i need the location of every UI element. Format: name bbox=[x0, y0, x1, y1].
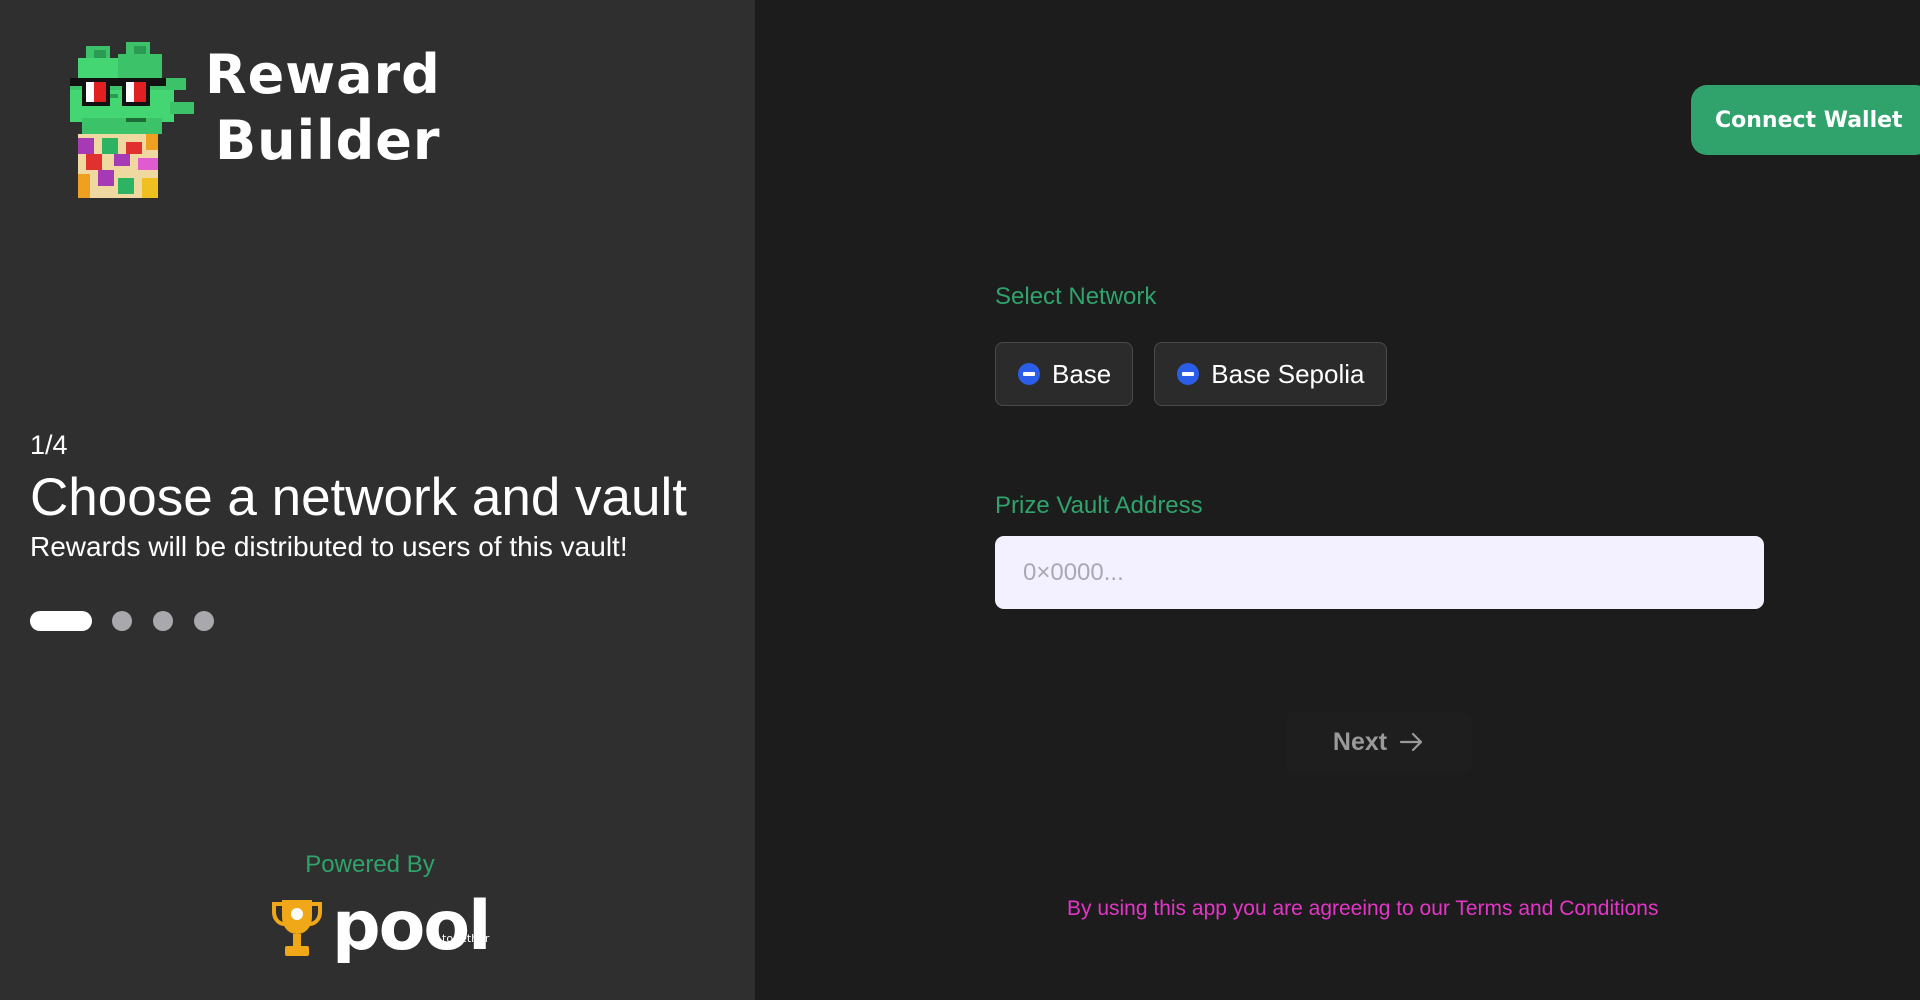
arrow-right-icon bbox=[1399, 732, 1423, 752]
terms-notice: By using this app you are agreeing to ou… bbox=[0, 897, 1920, 921]
network-option-label: Base bbox=[1052, 358, 1112, 389]
network-option-label: Base Sepolia bbox=[1211, 358, 1365, 389]
next-button[interactable]: Next bbox=[1286, 712, 1472, 772]
clover-mascot-icon bbox=[70, 42, 194, 198]
next-button-label: Next bbox=[1332, 727, 1388, 756]
logo-title-line1: Reward bbox=[205, 43, 441, 106]
network-option-base[interactable]: Base bbox=[995, 342, 1134, 406]
terms-and-conditions-link[interactable]: Terms and Conditions bbox=[1455, 897, 1658, 920]
powered-by-label: Powered By bbox=[305, 851, 435, 878]
step-dot bbox=[112, 611, 132, 631]
step-dot bbox=[194, 611, 214, 631]
base-network-icon bbox=[1018, 363, 1040, 385]
connect-wallet-button[interactable]: Connect Wallet bbox=[1691, 85, 1920, 155]
left-panel: Reward Builder 1/4 Choose a network and … bbox=[0, 0, 755, 1000]
base-network-icon bbox=[1177, 363, 1200, 385]
step-counter: 1/4 bbox=[30, 430, 68, 460]
prize-vault-address-label: Prize Vault Address bbox=[995, 492, 1203, 519]
terms-prefix: By using this app you are agreeing to ou… bbox=[1067, 897, 1456, 920]
logo-title-line2: Builder bbox=[215, 109, 441, 172]
step-subtitle: Rewards will be distributed to users of … bbox=[30, 531, 628, 562]
app-logo-text: Reward Builder bbox=[205, 42, 441, 174]
network-options: Base Base Sepolia bbox=[995, 342, 1387, 406]
app-root: Reward Builder 1/4 Choose a network and … bbox=[0, 0, 1920, 1000]
network-option-base-sepolia[interactable]: Base Sepolia bbox=[1154, 342, 1387, 406]
select-network-label: Select Network bbox=[995, 283, 1157, 310]
step-dot-active bbox=[30, 611, 92, 631]
step-progress-indicator bbox=[30, 611, 235, 631]
prize-vault-address-input[interactable] bbox=[995, 536, 1764, 609]
step-dot bbox=[153, 611, 173, 631]
step-title: Choose a network and vault bbox=[30, 468, 688, 527]
